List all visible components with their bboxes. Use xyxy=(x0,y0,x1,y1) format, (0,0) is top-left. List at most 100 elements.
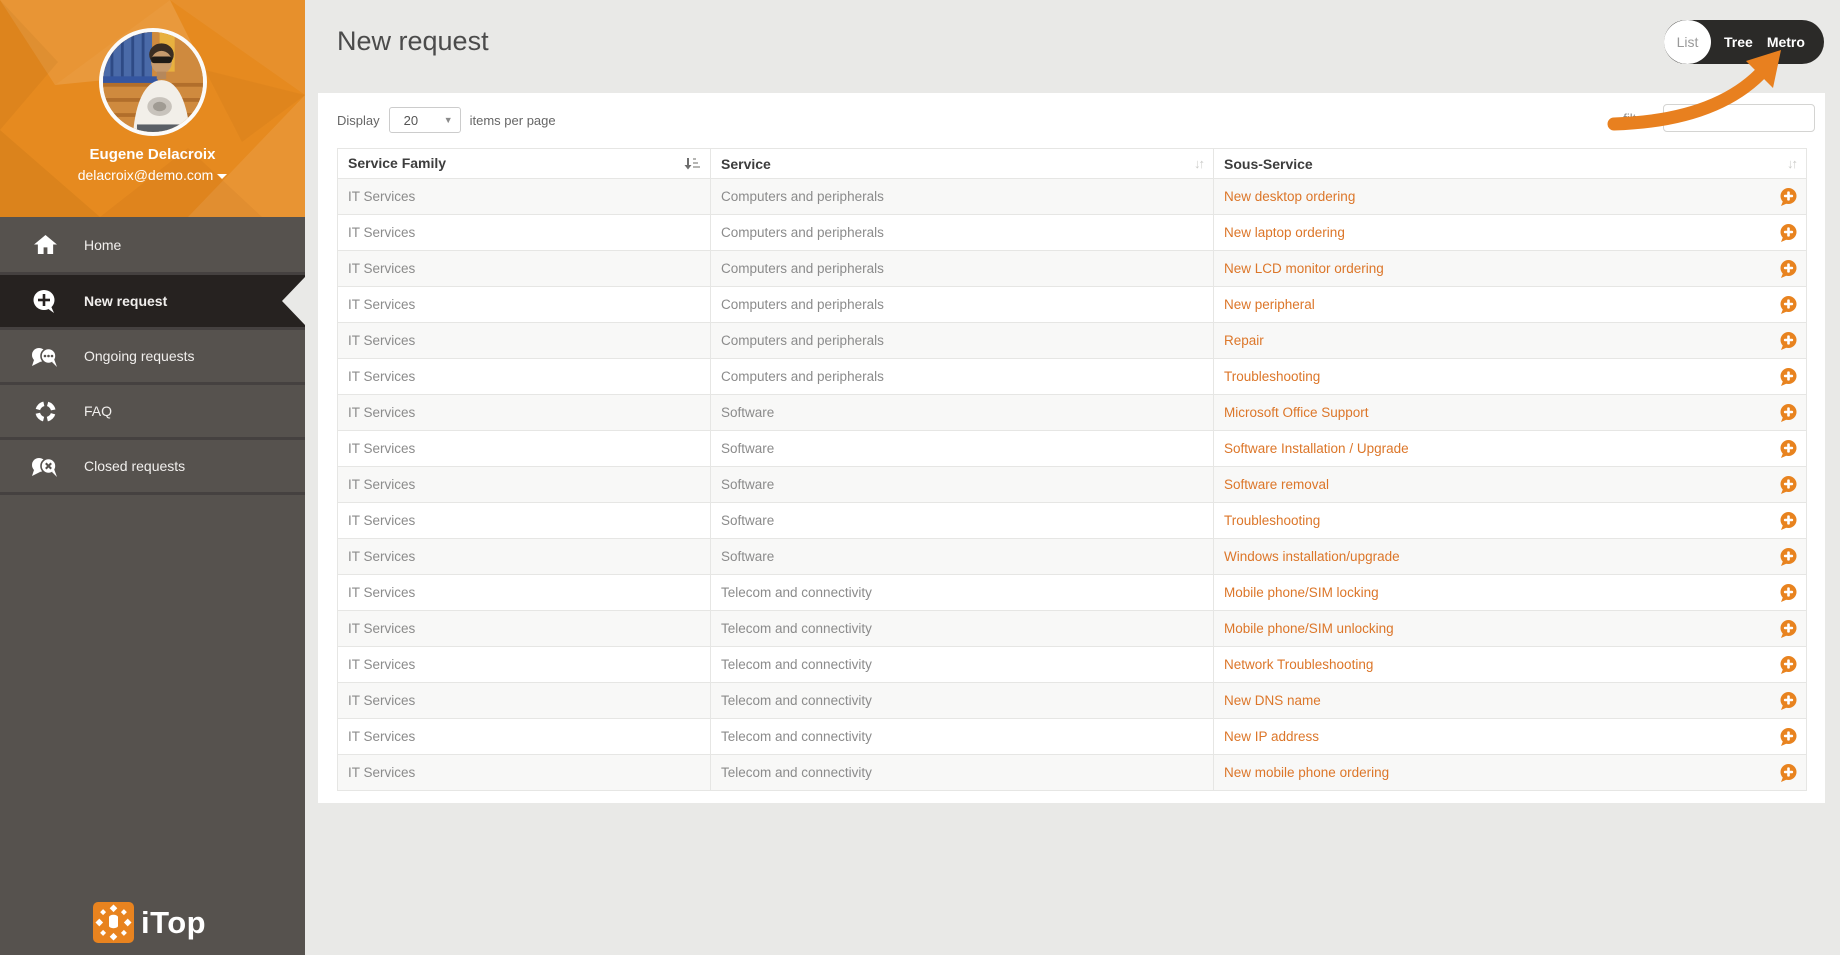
add-request-icon[interactable] xyxy=(1780,440,1797,458)
service-family-cell: IT Services xyxy=(338,575,711,611)
user-menu[interactable]: delacroix@demo.com xyxy=(0,167,305,183)
table-row[interactable]: IT Services Telecom and connectivity Net… xyxy=(338,647,1807,683)
filter-group: filter : xyxy=(1623,104,1815,132)
services-table: Service Family Service xyxy=(337,148,1807,791)
service-cell: Computers and peripherals xyxy=(711,323,1214,359)
sous-service-link[interactable]: Mobile phone/SIM locking xyxy=(1224,585,1379,600)
itop-logo-icon xyxy=(93,902,134,943)
user-name: Eugene Delacroix xyxy=(0,146,305,163)
service-family-cell: IT Services xyxy=(338,179,711,215)
sous-service-link[interactable]: Windows installation/upgrade xyxy=(1224,549,1400,564)
table-row[interactable]: IT Services Telecom and connectivity Mob… xyxy=(338,575,1807,611)
sous-service-link[interactable]: New IP address xyxy=(1224,729,1319,744)
sous-service-cell: Troubleshooting xyxy=(1214,359,1807,395)
add-request-icon[interactable] xyxy=(1780,224,1797,242)
sous-service-cell: Software removal xyxy=(1214,467,1807,503)
add-request-icon[interactable] xyxy=(1780,584,1797,602)
sous-service-link[interactable]: New LCD monitor ordering xyxy=(1224,261,1384,276)
add-request-icon[interactable] xyxy=(1780,728,1797,746)
view-switcher: List Tree Metro xyxy=(1664,20,1824,64)
view-option-metro[interactable]: Metro xyxy=(1767,34,1805,50)
add-request-icon[interactable] xyxy=(1780,368,1797,386)
view-option-list[interactable]: List xyxy=(1664,20,1711,64)
service-cell: Telecom and connectivity xyxy=(711,647,1214,683)
app: { "sidebar": { "user": { "name": "Eugene… xyxy=(0,0,1840,955)
sous-service-cell: New desktop ordering xyxy=(1214,179,1807,215)
sous-service-link[interactable]: New desktop ordering xyxy=(1224,189,1355,204)
service-cell: Software xyxy=(711,539,1214,575)
sous-service-link[interactable]: Software Installation / Upgrade xyxy=(1224,441,1409,456)
add-request-icon[interactable] xyxy=(1780,620,1797,638)
sous-service-link[interactable]: New laptop ordering xyxy=(1224,225,1345,240)
sous-service-link[interactable]: Troubleshooting xyxy=(1224,369,1320,384)
table-row[interactable]: IT Services Software Troubleshooting xyxy=(338,503,1807,539)
sort-asc-icon[interactable] xyxy=(684,157,700,173)
add-request-icon[interactable] xyxy=(1780,764,1797,782)
add-request-icon[interactable] xyxy=(1780,260,1797,278)
sous-service-link[interactable]: New mobile phone ordering xyxy=(1224,765,1389,780)
service-family-cell: IT Services xyxy=(338,359,711,395)
service-cell: Telecom and connectivity xyxy=(711,611,1214,647)
column-header-service-family[interactable]: Service Family xyxy=(338,149,711,179)
sous-service-cell: New LCD monitor ordering xyxy=(1214,251,1807,287)
service-family-cell: IT Services xyxy=(338,539,711,575)
column-header-service[interactable]: Service ↓↑ xyxy=(711,149,1214,179)
add-request-icon[interactable] xyxy=(1780,692,1797,710)
table-row[interactable]: IT Services Telecom and connectivity New… xyxy=(338,719,1807,755)
sidebar-item-ongoing-requests[interactable]: Ongoing requests xyxy=(0,330,305,385)
sort-icon[interactable]: ↓↑ xyxy=(1787,156,1796,171)
table-row[interactable]: IT Services Software Software Installati… xyxy=(338,431,1807,467)
lifebuoy-icon xyxy=(30,400,60,423)
sidebar-item-home[interactable]: Home xyxy=(0,217,305,275)
view-option-tree[interactable]: Tree xyxy=(1724,34,1753,50)
sous-service-link[interactable]: Mobile phone/SIM unlocking xyxy=(1224,621,1394,636)
table-row[interactable]: IT Services Computers and peripherals Ne… xyxy=(338,215,1807,251)
add-request-icon[interactable] xyxy=(1780,296,1797,314)
service-cell: Telecom and connectivity xyxy=(711,683,1214,719)
sous-service-cell: Software Installation / Upgrade xyxy=(1214,431,1807,467)
service-family-cell: IT Services xyxy=(338,467,711,503)
sous-service-link[interactable]: New peripheral xyxy=(1224,297,1315,312)
add-request-icon[interactable] xyxy=(1780,188,1797,206)
table-row[interactable]: IT Services Computers and peripherals Tr… xyxy=(338,359,1807,395)
table-row[interactable]: IT Services Telecom and connectivity New… xyxy=(338,755,1807,791)
sous-service-link[interactable]: Troubleshooting xyxy=(1224,513,1320,528)
items-per-page-select[interactable]: 20 ▼ xyxy=(389,107,461,133)
itop-logo: iTop xyxy=(93,902,206,943)
service-cell: Telecom and connectivity xyxy=(711,575,1214,611)
chevron-down-icon xyxy=(217,174,227,179)
sidebar-item-new-request[interactable]: New request xyxy=(0,275,305,330)
table-row[interactable]: IT Services Software Microsoft Office Su… xyxy=(338,395,1807,431)
column-header-sous-service[interactable]: Sous-Service ↓↑ xyxy=(1214,149,1807,179)
table-row[interactable]: IT Services Computers and peripherals Re… xyxy=(338,323,1807,359)
add-request-icon[interactable] xyxy=(1780,476,1797,494)
add-request-icon[interactable] xyxy=(1780,512,1797,530)
add-request-icon[interactable] xyxy=(1780,404,1797,422)
table-row[interactable]: IT Services Computers and peripherals Ne… xyxy=(338,179,1807,215)
sidebar-item-closed-requests[interactable]: Closed requests xyxy=(0,440,305,495)
sort-icon[interactable]: ↓↑ xyxy=(1194,156,1203,171)
add-request-icon[interactable] xyxy=(1780,656,1797,674)
sous-service-link[interactable]: Repair xyxy=(1224,333,1264,348)
sidebar-item-faq[interactable]: FAQ xyxy=(0,385,305,440)
table-row[interactable]: IT Services Computers and peripherals Ne… xyxy=(338,251,1807,287)
service-cell: Computers and peripherals xyxy=(711,179,1214,215)
table-row[interactable]: IT Services Telecom and connectivity New… xyxy=(338,683,1807,719)
sidebar: Eugene Delacroix delacroix@demo.com Home… xyxy=(0,0,305,955)
table-row[interactable]: IT Services Computers and peripherals Ne… xyxy=(338,287,1807,323)
table-row[interactable]: IT Services Software Windows installatio… xyxy=(338,539,1807,575)
filter-input[interactable] xyxy=(1663,104,1815,132)
table-row[interactable]: IT Services Software Software removal xyxy=(338,467,1807,503)
sous-service-link[interactable]: New DNS name xyxy=(1224,693,1321,708)
sidebar-item-label: FAQ xyxy=(84,403,112,419)
add-request-icon[interactable] xyxy=(1780,332,1797,350)
add-request-icon[interactable] xyxy=(1780,548,1797,566)
table-row[interactable]: IT Services Telecom and connectivity Mob… xyxy=(338,611,1807,647)
service-family-cell: IT Services xyxy=(338,647,711,683)
service-cell: Telecom and connectivity xyxy=(711,755,1214,791)
itop-logo-text: iTop xyxy=(141,905,206,941)
sous-service-cell: New DNS name xyxy=(1214,683,1807,719)
sous-service-link[interactable]: Software removal xyxy=(1224,477,1329,492)
sous-service-link[interactable]: Microsoft Office Support xyxy=(1224,405,1369,420)
sous-service-link[interactable]: Network Troubleshooting xyxy=(1224,657,1373,672)
